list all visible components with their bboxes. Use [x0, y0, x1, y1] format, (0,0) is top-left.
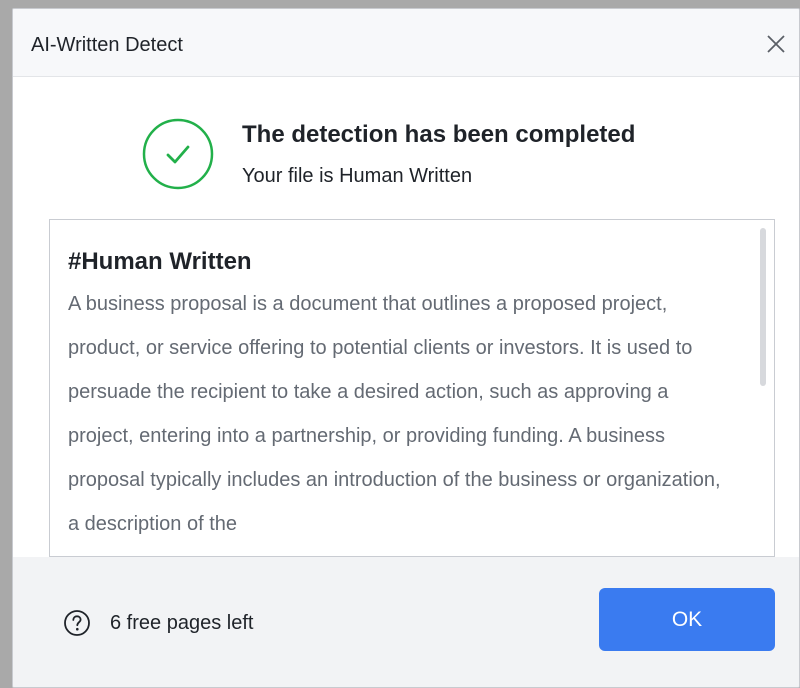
- scrollbar-thumb[interactable]: [760, 228, 766, 386]
- title-bar: AI-Written Detect: [13, 9, 799, 77]
- ok-button[interactable]: OK: [599, 588, 775, 651]
- detection-heading: The detection has been completed: [242, 121, 636, 148]
- dialog-footer: 6 free pages left OK: [13, 557, 799, 687]
- result-text: A business proposal is a document that o…: [68, 293, 721, 535]
- check-circle-icon: [142, 118, 214, 190]
- close-icon: [767, 35, 785, 53]
- result-label: #Human Written: [68, 248, 252, 275]
- dialog-body: The detection has been completed Your fi…: [13, 77, 799, 557]
- question-circle-icon[interactable]: [63, 609, 91, 637]
- free-pages-left: 6 free pages left: [110, 612, 254, 634]
- detection-result-summary: Your file is Human Written: [242, 165, 473, 187]
- ai-detect-dialog: AI-Written Detect The detection has been…: [12, 8, 800, 688]
- dialog-title: AI-Written Detect: [31, 34, 183, 56]
- close-button[interactable]: [763, 31, 789, 57]
- result-text-content: #Human Written A business proposal is a …: [50, 220, 774, 546]
- result-text-box[interactable]: #Human Written A business proposal is a …: [49, 219, 775, 557]
